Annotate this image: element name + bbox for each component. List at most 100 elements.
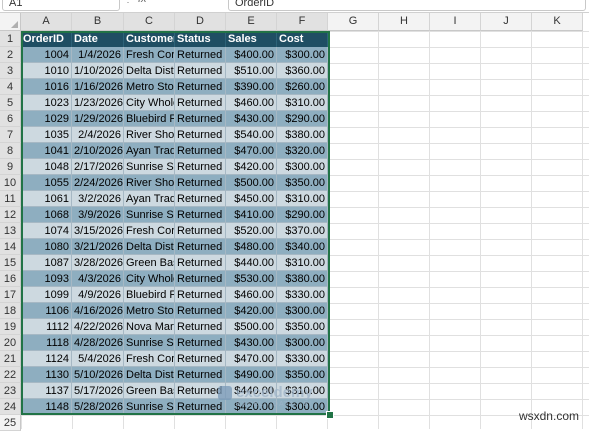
table-cell[interactable]: $410.00 xyxy=(226,207,277,223)
column-header-g[interactable]: G xyxy=(328,13,379,31)
table-cell[interactable]: $330.00 xyxy=(277,351,328,367)
table-cell[interactable]: $460.00 xyxy=(226,287,277,303)
table-cell[interactable]: Returned xyxy=(175,79,226,95)
table-cell[interactable]: Green Basket xyxy=(124,255,175,271)
table-cell[interactable]: Delta Distributors xyxy=(124,239,175,255)
table-cell[interactable]: Sunrise Supply xyxy=(124,399,175,415)
table-cell[interactable]: 2/4/2026 xyxy=(72,127,124,143)
column-header-f[interactable]: F xyxy=(277,13,328,31)
table-cell[interactable]: 5/4/2026 xyxy=(72,351,124,367)
table-cell[interactable]: $440.00 xyxy=(226,255,277,271)
row-header-10[interactable]: 10 xyxy=(0,175,21,191)
table-cell[interactable]: 1041 xyxy=(21,143,72,159)
table-cell[interactable]: 4/9/2026 xyxy=(72,287,124,303)
table-cell[interactable]: River Shop xyxy=(124,175,175,191)
table-cell[interactable]: 1118 xyxy=(21,335,72,351)
table-cell[interactable]: Fresh Corner xyxy=(124,351,175,367)
table-cell[interactable]: 1112 xyxy=(21,319,72,335)
table-header-cell[interactable]: Date xyxy=(72,31,124,47)
table-cell[interactable]: 2/10/2026 xyxy=(72,143,124,159)
table-cell[interactable]: $490.00 xyxy=(226,367,277,383)
table-cell[interactable]: Returned xyxy=(175,207,226,223)
table-cell[interactable]: 1010 xyxy=(21,63,72,79)
table-cell[interactable]: 5/28/2026 xyxy=(72,399,124,415)
table-cell[interactable]: 1130 xyxy=(21,367,72,383)
table-cell[interactable]: 4/28/2026 xyxy=(72,335,124,351)
row-header-13[interactable]: 13 xyxy=(0,223,21,239)
table-cell[interactable]: 1093 xyxy=(21,271,72,287)
table-cell[interactable]: $310.00 xyxy=(277,255,328,271)
table-cell[interactable]: $350.00 xyxy=(277,319,328,335)
table-cell[interactable]: 1004 xyxy=(21,47,72,63)
table-cell[interactable]: Sunrise Supply xyxy=(124,159,175,175)
table-header-cell[interactable]: Cost xyxy=(277,31,328,47)
table-cell[interactable]: $340.00 xyxy=(277,239,328,255)
row-header-3[interactable]: 3 xyxy=(0,63,21,79)
table-cell[interactable]: $310.00 xyxy=(277,191,328,207)
table-cell[interactable]: $310.00 xyxy=(277,383,328,399)
row-header-17[interactable]: 17 xyxy=(0,287,21,303)
column-header-k[interactable]: K xyxy=(532,13,583,31)
row-header-16[interactable]: 16 xyxy=(0,271,21,287)
table-cell[interactable]: 3/21/2026 xyxy=(72,239,124,255)
table-cell[interactable]: $440.00 xyxy=(226,383,277,399)
table-cell[interactable]: 3/9/2026 xyxy=(72,207,124,223)
row-header-11[interactable]: 11 xyxy=(0,191,21,207)
table-header-cell[interactable]: Customer xyxy=(124,31,175,47)
row-header-1[interactable]: 1 xyxy=(0,31,21,47)
table-cell[interactable]: $430.00 xyxy=(226,335,277,351)
table-cell[interactable]: Sunrise Supply xyxy=(124,335,175,351)
fill-handle[interactable] xyxy=(326,411,334,419)
table-header-cell[interactable]: OrderID xyxy=(21,31,72,47)
column-header-c[interactable]: C xyxy=(124,13,175,31)
row-header-15[interactable]: 15 xyxy=(0,255,21,271)
table-cell[interactable]: River Shop xyxy=(124,127,175,143)
name-box[interactable]: A1 xyxy=(2,0,120,11)
table-cell[interactable]: Ayan Traders xyxy=(124,143,175,159)
row-header-4[interactable]: 4 xyxy=(0,79,21,95)
table-cell[interactable]: $430.00 xyxy=(226,111,277,127)
table-cell[interactable]: Metro Store xyxy=(124,79,175,95)
table-cell[interactable]: $420.00 xyxy=(226,159,277,175)
row-header-2[interactable]: 2 xyxy=(0,47,21,63)
table-cell[interactable]: Sunrise Supply xyxy=(124,207,175,223)
fx-icon[interactable]: fx xyxy=(138,0,147,5)
table-cell[interactable]: 4/3/2026 xyxy=(72,271,124,287)
table-cell[interactable]: 1074 xyxy=(21,223,72,239)
table-cell[interactable]: 1023 xyxy=(21,95,72,111)
table-cell[interactable]: $330.00 xyxy=(277,287,328,303)
row-header-14[interactable]: 14 xyxy=(0,239,21,255)
table-cell[interactable]: Bluebird Foods xyxy=(124,287,175,303)
table-header-cell[interactable]: Sales xyxy=(226,31,277,47)
table-cell[interactable]: Returned xyxy=(175,239,226,255)
table-cell[interactable]: $470.00 xyxy=(226,351,277,367)
table-cell[interactable]: 3/15/2026 xyxy=(72,223,124,239)
table-cell[interactable]: 1016 xyxy=(21,79,72,95)
table-cell[interactable]: $420.00 xyxy=(226,303,277,319)
table-cell[interactable]: $350.00 xyxy=(277,367,328,383)
table-cell[interactable]: $400.00 xyxy=(226,47,277,63)
select-all-corner[interactable] xyxy=(0,13,21,31)
row-header-19[interactable]: 19 xyxy=(0,319,21,335)
table-cell[interactable]: 4/16/2026 xyxy=(72,303,124,319)
table-cell[interactable]: Returned xyxy=(175,335,226,351)
column-header-h[interactable]: H xyxy=(379,13,430,31)
column-header-a[interactable]: A xyxy=(21,13,72,31)
table-cell[interactable]: $300.00 xyxy=(277,159,328,175)
column-header-e[interactable]: E xyxy=(226,13,277,31)
row-header-20[interactable]: 20 xyxy=(0,335,21,351)
table-cell[interactable]: 1080 xyxy=(21,239,72,255)
table-cell[interactable]: 1061 xyxy=(21,191,72,207)
table-cell[interactable]: Returned xyxy=(175,223,226,239)
table-cell[interactable]: 1137 xyxy=(21,383,72,399)
table-cell[interactable]: Returned xyxy=(175,47,226,63)
row-header-12[interactable]: 12 xyxy=(0,207,21,223)
table-cell[interactable]: 1/4/2026 xyxy=(72,47,124,63)
table-cell[interactable]: $530.00 xyxy=(226,271,277,287)
row-header-24[interactable]: 24 xyxy=(0,399,21,415)
table-cell[interactable]: $320.00 xyxy=(277,143,328,159)
table-cell[interactable]: Returned xyxy=(175,159,226,175)
table-cell[interactable]: Returned xyxy=(175,191,226,207)
table-cell[interactable]: 1029 xyxy=(21,111,72,127)
table-cell[interactable]: Returned xyxy=(175,63,226,79)
